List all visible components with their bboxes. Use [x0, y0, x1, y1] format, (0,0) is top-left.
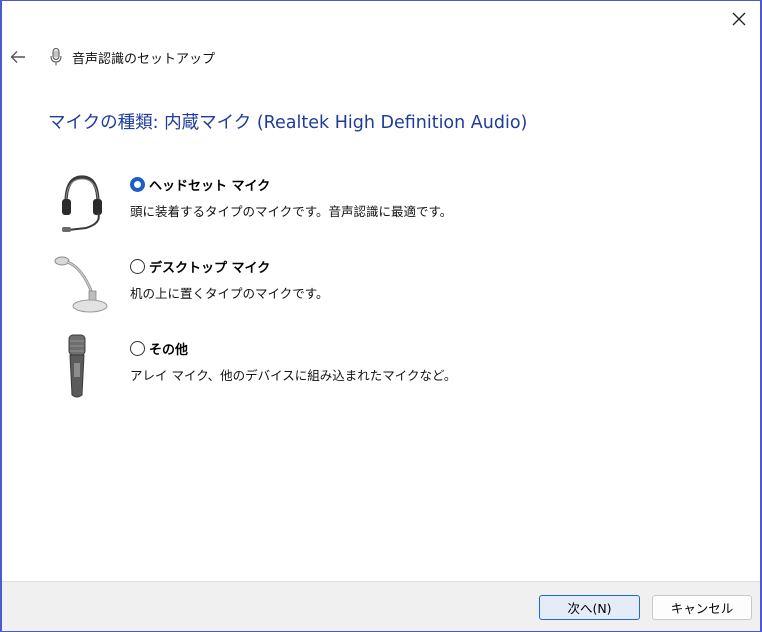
- desktop-radio[interactable]: [130, 259, 145, 274]
- navigation-bar: 音声認識のセットアップ: [2, 39, 760, 75]
- option-headset: ヘッドセット マイク 頭に装着するタイプのマイクです。音声認識に最適です。: [130, 175, 452, 220]
- option-other: その他 アレイ マイク、他のデバイスに組み込まれたマイクなど。: [130, 339, 456, 384]
- option-desktop: デスクトップ マイク 机の上に置くタイプのマイクです。: [130, 257, 329, 302]
- option-desktop-radio-line[interactable]: デスクトップ マイク: [130, 257, 329, 276]
- window-title: 音声認識のセットアップ: [72, 52, 216, 67]
- back-button[interactable]: [6, 43, 30, 71]
- next-button[interactable]: 次へ(N): [539, 595, 640, 620]
- title-bar: [2, 1, 760, 37]
- setup-window: 音声認識のセットアップ マイクの種類: 内蔵マイク (Realtek High …: [0, 0, 762, 632]
- option-description: アレイ マイク、他のデバイスに組み込まれたマイクなど。: [130, 368, 457, 383]
- close-icon: [732, 12, 746, 26]
- option-label: ヘッドセット マイク: [149, 179, 271, 194]
- handheld-microphone-icon: [68, 334, 86, 398]
- option-headset-radio-line[interactable]: ヘッドセット マイク: [130, 175, 452, 194]
- option-label: デスクトップ マイク: [149, 261, 271, 276]
- microphone-icon: [50, 48, 62, 66]
- headset-radio[interactable]: [130, 177, 145, 192]
- desktop-microphone-icon: [54, 256, 108, 313]
- option-description: 頭に装着するタイプのマイクです。音声認識に最適です。: [130, 204, 453, 219]
- option-label: その他: [149, 343, 189, 358]
- headset-icon: [62, 175, 102, 232]
- option-description: 机の上に置くタイプのマイクです。: [130, 286, 329, 301]
- cancel-button[interactable]: キャンセル: [652, 595, 752, 620]
- back-arrow-icon: [10, 51, 25, 63]
- option-other-radio-line[interactable]: その他: [130, 339, 456, 358]
- footer-bar: 次へ(N) キャンセル: [2, 581, 760, 631]
- other-radio[interactable]: [130, 341, 145, 356]
- page-heading: マイクの種類: 内蔵マイク (Realtek High Definition A…: [48, 113, 528, 133]
- close-button[interactable]: [724, 5, 754, 33]
